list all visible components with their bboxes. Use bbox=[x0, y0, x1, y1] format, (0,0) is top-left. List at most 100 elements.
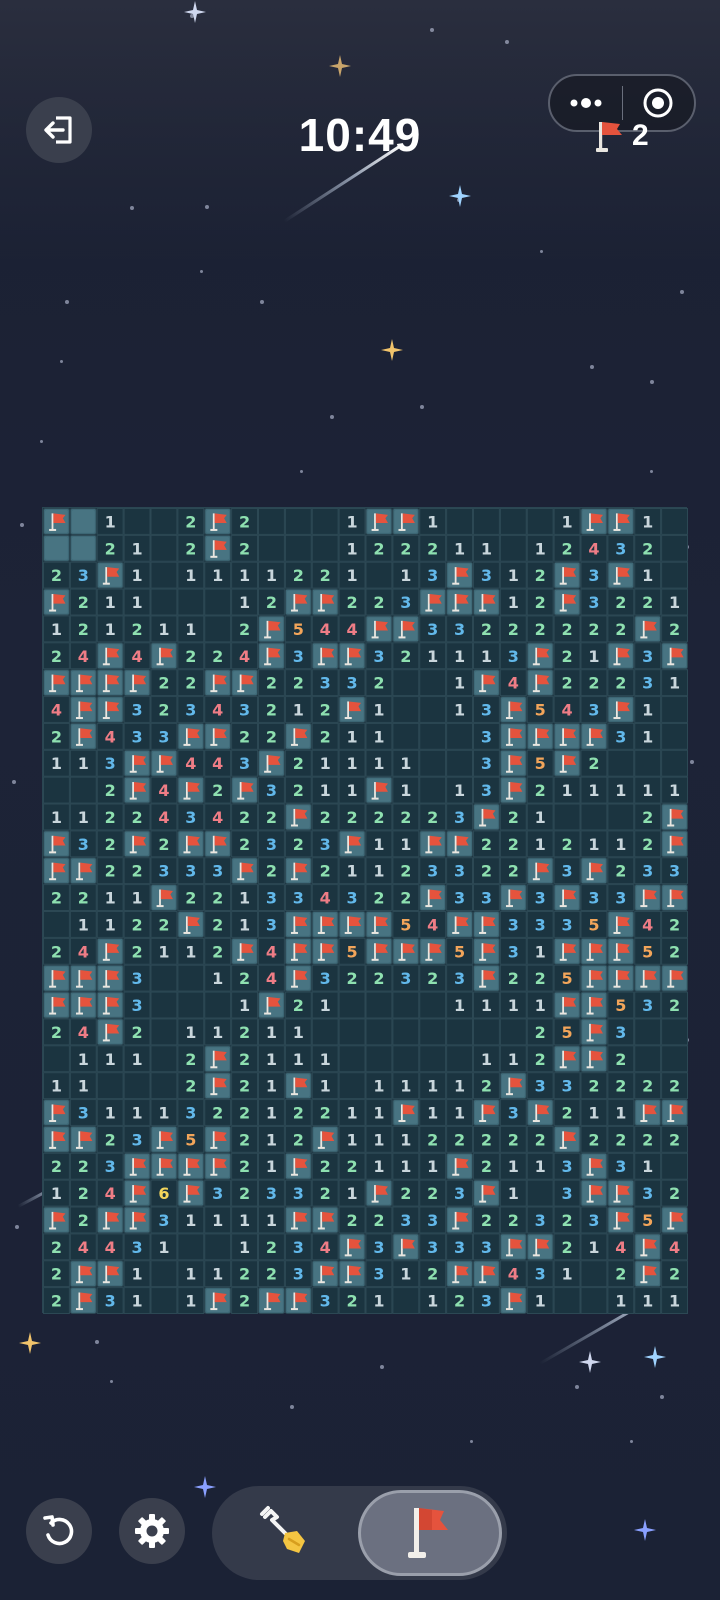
cell-number[interactable]: 4 bbox=[177, 749, 205, 777]
cell-number[interactable]: 2 bbox=[526, 1018, 554, 1046]
cell-empty[interactable] bbox=[311, 508, 339, 535]
cell-number[interactable]: 3 bbox=[526, 911, 554, 938]
cell-flagged[interactable] bbox=[43, 1206, 70, 1234]
cell-flagged[interactable] bbox=[177, 776, 205, 804]
cell-flagged[interactable] bbox=[580, 991, 608, 1019]
cell-number[interactable]: 1 bbox=[96, 1045, 124, 1073]
cell-flagged[interactable] bbox=[419, 937, 447, 965]
cell-number[interactable]: 4 bbox=[634, 911, 662, 938]
cell-number[interactable]: 1 bbox=[446, 534, 473, 562]
cell-flagged[interactable] bbox=[284, 1287, 312, 1314]
cell-number[interactable]: 4 bbox=[150, 803, 178, 831]
cell-number[interactable]: 2 bbox=[553, 534, 581, 562]
cell-number[interactable]: 2 bbox=[231, 803, 258, 831]
cell-flagged[interactable] bbox=[607, 1206, 635, 1234]
cell-number[interactable]: 2 bbox=[231, 1125, 258, 1153]
cell-number[interactable]: 4 bbox=[69, 1233, 97, 1261]
cell-number[interactable]: 2 bbox=[580, 1125, 608, 1153]
cell-empty[interactable] bbox=[43, 1045, 70, 1073]
cell-number[interactable]: 1 bbox=[96, 508, 124, 535]
cell-number[interactable]: 2 bbox=[526, 615, 554, 643]
cell-number[interactable]: 1 bbox=[607, 776, 635, 804]
cell-number[interactable]: 2 bbox=[392, 803, 420, 831]
cell-number[interactable]: 2 bbox=[392, 1179, 420, 1207]
cell-empty[interactable] bbox=[123, 508, 151, 535]
cell-number[interactable]: 1 bbox=[553, 776, 581, 804]
cell-flagged[interactable] bbox=[258, 642, 285, 670]
cell-number[interactable]: 3 bbox=[580, 561, 608, 589]
cell-flagged[interactable] bbox=[526, 722, 554, 750]
cell-number[interactable]: 1 bbox=[231, 1233, 258, 1261]
cell-number[interactable]: 2 bbox=[473, 1152, 500, 1180]
cell-number[interactable]: 2 bbox=[258, 722, 285, 750]
cell-flagged[interactable] bbox=[43, 1125, 70, 1153]
cell-number[interactable]: 1 bbox=[580, 642, 608, 670]
cell-flagged[interactable] bbox=[419, 588, 447, 616]
cell-flagged[interactable] bbox=[365, 615, 393, 643]
cell-number[interactable]: 2 bbox=[284, 830, 312, 858]
cell-number[interactable]: 2 bbox=[580, 749, 608, 777]
cell-empty[interactable] bbox=[419, 696, 447, 723]
cell-number[interactable]: 4 bbox=[499, 669, 527, 697]
cell-number[interactable]: 1 bbox=[419, 1152, 447, 1180]
cell-number[interactable]: 1 bbox=[123, 884, 151, 911]
cell-flagged[interactable] bbox=[499, 1072, 527, 1100]
cell-flagged[interactable] bbox=[661, 1206, 688, 1234]
cell-number[interactable]: 1 bbox=[311, 1045, 339, 1073]
cell-flagged[interactable] bbox=[284, 1206, 312, 1234]
cell-flagged[interactable] bbox=[338, 911, 366, 938]
cell-empty[interactable] bbox=[607, 749, 635, 777]
cell-number[interactable]: 2 bbox=[284, 561, 312, 589]
cell-number[interactable]: 3 bbox=[338, 884, 366, 911]
cell-flagged[interactable] bbox=[96, 964, 124, 992]
cell-number[interactable]: 3 bbox=[634, 857, 662, 885]
cell-number[interactable]: 3 bbox=[553, 1152, 581, 1180]
cell-number[interactable]: 5 bbox=[526, 696, 554, 723]
cell-number[interactable]: 1 bbox=[258, 1072, 285, 1100]
cell-number[interactable]: 4 bbox=[204, 803, 232, 831]
cell-number[interactable]: 1 bbox=[365, 1072, 393, 1100]
cell-number[interactable]: 3 bbox=[634, 669, 662, 697]
cell-number[interactable]: 1 bbox=[607, 1099, 635, 1126]
cell-number[interactable]: 2 bbox=[69, 588, 97, 616]
cell-empty[interactable] bbox=[419, 669, 447, 697]
cell-flagged[interactable] bbox=[284, 588, 312, 616]
cell-flagged[interactable] bbox=[204, 1045, 232, 1073]
cell-number[interactable]: 4 bbox=[96, 722, 124, 750]
cell-number[interactable]: 3 bbox=[419, 561, 447, 589]
cell-number[interactable]: 3 bbox=[177, 803, 205, 831]
cell-number[interactable]: 3 bbox=[526, 884, 554, 911]
cell-number[interactable]: 4 bbox=[123, 642, 151, 670]
cell-number[interactable]: 3 bbox=[231, 749, 258, 777]
cell-number[interactable]: 2 bbox=[123, 937, 151, 965]
cell-number[interactable]: 3 bbox=[634, 1179, 662, 1207]
cell-flagged[interactable] bbox=[96, 1018, 124, 1046]
cell-number[interactable]: 2 bbox=[553, 669, 581, 697]
cell-flagged[interactable] bbox=[607, 964, 635, 992]
cell-number[interactable]: 2 bbox=[499, 1206, 527, 1234]
cell-number[interactable]: 2 bbox=[499, 964, 527, 992]
cell-number[interactable]: 1 bbox=[150, 615, 178, 643]
cell-flagged[interactable] bbox=[96, 991, 124, 1019]
cell-number[interactable]: 2 bbox=[231, 1179, 258, 1207]
cell-covered[interactable] bbox=[69, 508, 97, 535]
cell-number[interactable]: 2 bbox=[553, 642, 581, 670]
cell-number[interactable]: 3 bbox=[446, 1179, 473, 1207]
cell-number[interactable]: 2 bbox=[150, 830, 178, 858]
cell-flagged[interactable] bbox=[499, 749, 527, 777]
cell-flagged[interactable] bbox=[123, 749, 151, 777]
cell-number[interactable]: 1 bbox=[311, 749, 339, 777]
cell-number[interactable]: 5 bbox=[553, 1018, 581, 1046]
cell-empty[interactable] bbox=[365, 991, 393, 1019]
cell-number[interactable]: 1 bbox=[204, 1260, 232, 1288]
cell-flagged[interactable] bbox=[69, 964, 97, 992]
cell-number[interactable]: 2 bbox=[499, 615, 527, 643]
cell-number[interactable]: 2 bbox=[634, 588, 662, 616]
cell-empty[interactable] bbox=[150, 1072, 178, 1100]
cell-flagged[interactable] bbox=[43, 588, 70, 616]
cell-flagged[interactable] bbox=[365, 508, 393, 535]
cell-number[interactable]: 1 bbox=[231, 1206, 258, 1234]
cell-flagged[interactable] bbox=[661, 803, 688, 831]
cell-number[interactable]: 3 bbox=[473, 1287, 500, 1314]
cell-flagged[interactable] bbox=[43, 830, 70, 858]
